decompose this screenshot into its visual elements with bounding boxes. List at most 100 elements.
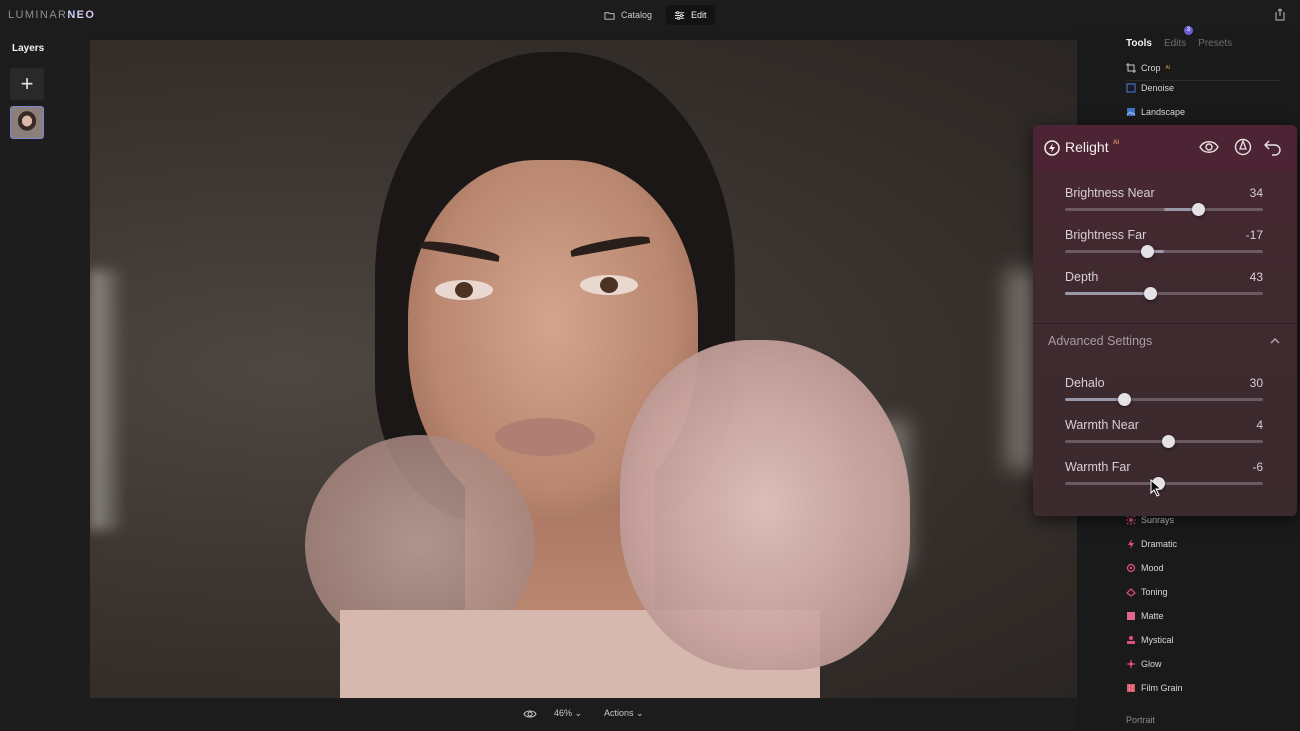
tool-label: Glow xyxy=(1141,659,1162,669)
tool-mystical[interactable]: Mystical xyxy=(1126,635,1174,645)
tab-edits-label: Edits xyxy=(1163,38,1187,49)
tool-label: Dramatic xyxy=(1141,539,1178,549)
tool-landscape[interactable]: Landscape xyxy=(1126,107,1185,117)
slider-value: 43 xyxy=(1249,270,1263,284)
matte-icon xyxy=(1127,612,1135,620)
eye-toggle-icon[interactable] xyxy=(1199,138,1219,156)
app-logo: LUMINARNEO xyxy=(8,9,95,21)
advanced-settings-toggle[interactable]: Advanced Settings xyxy=(1048,334,1152,348)
tool-label: Matte xyxy=(1141,611,1164,621)
tool-dramatic[interactable]: Dramatic xyxy=(1126,539,1177,549)
zoom-dropdown[interactable]: 46% ⌄ xyxy=(554,708,582,719)
relight-bolt-icon xyxy=(1044,140,1060,156)
section-portrait[interactable]: Portrait xyxy=(1126,715,1155,725)
tool-film-grain[interactable]: Film Grain xyxy=(1126,683,1183,693)
divider xyxy=(1033,323,1297,324)
tool-label: Mood xyxy=(1141,563,1164,573)
panel-tabs: Tools Edits 3 Presets xyxy=(1126,26,1232,49)
eye-preview-icon[interactable] xyxy=(523,708,537,720)
dramatic-icon xyxy=(1128,539,1134,549)
sliders-icon xyxy=(674,10,685,20)
edits-count-badge: 3 xyxy=(1183,26,1193,35)
tool-label: Film Grain xyxy=(1141,683,1183,693)
tool-label: Toning xyxy=(1141,587,1168,597)
folder-icon xyxy=(604,11,615,20)
relight-panel: Relight AI Brightness Near 34 Brightness… xyxy=(1033,125,1297,516)
tab-edits[interactable]: Edits 3 xyxy=(1163,26,1193,49)
tool-toning[interactable]: Toning xyxy=(1126,587,1168,597)
top-bar: LUMINARNEO Catalog Edit xyxy=(0,0,1300,30)
crop-icon xyxy=(1126,63,1136,73)
slider-value: 34 xyxy=(1249,186,1263,200)
slider-handle[interactable] xyxy=(1144,287,1158,300)
slider-fill xyxy=(1065,292,1151,295)
slider-handle[interactable] xyxy=(1118,393,1132,406)
slider-value: -6 xyxy=(1252,460,1263,474)
slider-label: Brightness Far xyxy=(1065,228,1147,242)
tab-tools[interactable]: Tools xyxy=(1126,38,1152,49)
chevron-up-icon[interactable] xyxy=(1269,336,1281,346)
logo-accent: NEO xyxy=(67,9,96,21)
photo-ruffle-right xyxy=(620,340,910,670)
chevron-down-icon: ⌄ xyxy=(636,708,644,718)
slider-label: Dehalo xyxy=(1065,376,1105,390)
photo-subject-eye xyxy=(580,275,638,295)
slider-handle[interactable] xyxy=(1191,203,1205,216)
tab-catalog[interactable]: Catalog xyxy=(596,5,660,25)
slider-label: Warmth Near xyxy=(1065,418,1139,432)
slider-value: 4 xyxy=(1256,418,1263,432)
tool-label: Crop xyxy=(1141,63,1161,73)
landscape-icon xyxy=(1126,108,1136,116)
tab-presets[interactable]: Presets xyxy=(1198,38,1232,49)
tool-label: Landscape xyxy=(1141,107,1186,117)
actions-label: Actions xyxy=(604,708,634,718)
undo-icon[interactable] xyxy=(1263,138,1283,156)
ai-badge: AI xyxy=(1113,140,1119,146)
plus-icon: + xyxy=(20,71,34,96)
tab-catalog-label: Catalog xyxy=(621,10,653,20)
actions-dropdown[interactable]: Actions ⌄ xyxy=(604,708,644,719)
slider-track[interactable] xyxy=(1065,250,1263,253)
tool-glow[interactable]: Glow xyxy=(1126,659,1162,669)
tool-sunrays[interactable]: Sunrays xyxy=(1126,515,1174,525)
ai-badge: AI xyxy=(1165,65,1171,71)
photo-subject-lips xyxy=(495,418,595,456)
slider-value: -17 xyxy=(1245,228,1263,242)
bottom-bar: 46% ⌄ Actions ⌄ xyxy=(90,698,1077,731)
add-layer-button[interactable]: + xyxy=(10,68,44,100)
mood-icon xyxy=(1126,563,1136,573)
tool-denoise[interactable]: Denoise xyxy=(1126,83,1174,93)
share-icon[interactable] xyxy=(1274,8,1286,21)
mask-brush-icon[interactable] xyxy=(1233,138,1253,156)
layers-title: Layers xyxy=(12,43,45,54)
glow-icon xyxy=(1126,659,1136,669)
layer-thumbnail[interactable] xyxy=(10,106,44,139)
tool-mood[interactable]: Mood xyxy=(1126,563,1164,573)
divider xyxy=(1126,80,1280,81)
tool-matte[interactable]: Matte xyxy=(1126,611,1164,621)
chevron-down-icon: ⌄ xyxy=(574,708,583,718)
slider-handle[interactable] xyxy=(1161,435,1175,448)
tool-crop[interactable]: Crop AI xyxy=(1126,63,1170,73)
film-grain-icon xyxy=(1127,684,1135,692)
mystical-icon xyxy=(1127,636,1135,644)
layers-panel: Layers + xyxy=(0,30,90,731)
relight-title: Relight xyxy=(1065,139,1109,155)
tab-edit[interactable]: Edit xyxy=(666,5,715,25)
slider-value: 30 xyxy=(1249,376,1263,390)
slider-label: Brightness Near xyxy=(1065,186,1155,200)
tool-label: Sunrays xyxy=(1141,515,1175,525)
slider-fill xyxy=(1065,398,1125,401)
photo-background-light xyxy=(90,270,120,530)
tool-label: Denoise xyxy=(1141,83,1175,93)
sunrays-icon xyxy=(1126,515,1136,525)
photo-canvas[interactable] xyxy=(90,40,1077,698)
slider-handle[interactable] xyxy=(1141,245,1155,258)
photo-subject-eye xyxy=(435,280,493,300)
zoom-value: 46% xyxy=(554,708,573,718)
relight-header[interactable]: Relight AI xyxy=(1033,125,1297,170)
toning-icon xyxy=(1126,588,1136,597)
denoise-icon xyxy=(1126,83,1136,93)
tool-label: Mystical xyxy=(1141,635,1174,645)
logo-text: LUMINAR xyxy=(8,9,68,21)
